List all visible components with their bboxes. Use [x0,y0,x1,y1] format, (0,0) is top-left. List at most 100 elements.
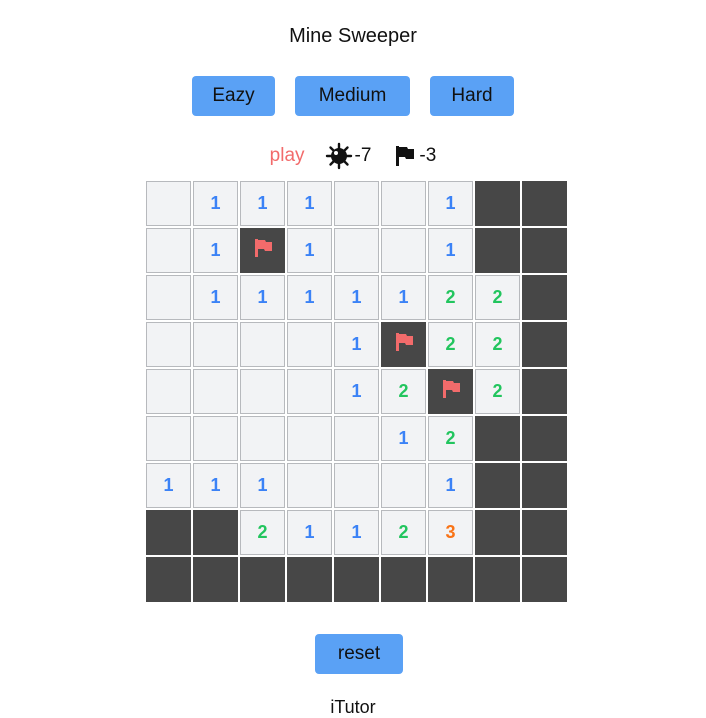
revealed-cell[interactable]: 1 [146,463,191,508]
hidden-cell[interactable] [475,416,520,461]
hidden-cell[interactable] [146,557,191,602]
mine-board: 1 1 1 1 1 1 1 1 1 1 1 1 2 2 1 2 2 1 2 2 1 2 1 1 1 1 2 1 1 2 3 [146,181,567,602]
revealed-cell[interactable] [240,416,285,461]
revealed-cell[interactable] [193,416,238,461]
hidden-cell[interactable] [522,463,567,508]
revealed-cell[interactable]: 1 [193,463,238,508]
revealed-cell[interactable] [240,322,285,367]
revealed-cell[interactable]: 1 [428,463,473,508]
cell-number: 2 [445,428,456,448]
flagged-cell[interactable] [240,228,285,273]
cell-number: 1 [257,193,268,213]
hidden-cell[interactable] [475,228,520,273]
hidden-cell[interactable] [522,322,567,367]
revealed-cell[interactable]: 2 [428,416,473,461]
revealed-cell[interactable]: 2 [428,322,473,367]
revealed-cell[interactable]: 1 [193,275,238,320]
revealed-cell[interactable]: 1 [381,416,426,461]
revealed-cell[interactable]: 3 [428,510,473,555]
mine-count: -7 [354,145,372,166]
revealed-cell[interactable] [334,463,379,508]
revealed-cell[interactable]: 1 [193,181,238,226]
revealed-cell[interactable] [146,228,191,273]
revealed-cell[interactable]: 1 [240,463,285,508]
revealed-cell[interactable]: 1 [428,181,473,226]
hidden-cell[interactable] [475,181,520,226]
revealed-cell[interactable] [287,416,332,461]
hidden-cell[interactable] [522,510,567,555]
hidden-cell[interactable] [522,181,567,226]
hidden-cell[interactable] [287,557,332,602]
revealed-cell[interactable]: 1 [334,322,379,367]
cell-number: 1 [304,287,315,307]
hidden-cell[interactable] [522,228,567,273]
revealed-cell[interactable]: 1 [240,181,285,226]
revealed-cell[interactable]: 2 [428,275,473,320]
hidden-cell[interactable] [522,557,567,602]
cell-number: 1 [163,475,174,495]
medium-button[interactable]: Medium [295,76,410,116]
flagged-cell[interactable] [381,322,426,367]
revealed-cell[interactable]: 1 [334,275,379,320]
cell-number: 1 [445,475,456,495]
revealed-cell[interactable]: 1 [428,228,473,273]
revealed-cell[interactable] [381,463,426,508]
hidden-cell[interactable] [334,557,379,602]
revealed-cell[interactable] [146,369,191,414]
revealed-cell[interactable] [146,181,191,226]
easy-button[interactable]: Eazy [192,76,275,116]
revealed-cell[interactable] [334,228,379,273]
hidden-cell[interactable] [475,463,520,508]
revealed-cell[interactable] [193,369,238,414]
revealed-cell[interactable] [287,463,332,508]
cell-number: 2 [445,334,456,354]
hidden-cell[interactable] [193,510,238,555]
revealed-cell[interactable]: 1 [287,228,332,273]
revealed-cell[interactable]: 1 [287,510,332,555]
hidden-cell[interactable] [475,510,520,555]
hard-button[interactable]: Hard [430,76,514,116]
hidden-cell[interactable] [522,275,567,320]
revealed-cell[interactable] [146,322,191,367]
revealed-cell[interactable]: 1 [193,228,238,273]
revealed-cell[interactable]: 2 [381,369,426,414]
cell-number: 1 [445,193,456,213]
reset-button[interactable]: reset [315,634,403,674]
revealed-cell[interactable]: 1 [287,275,332,320]
revealed-cell[interactable]: 2 [475,275,520,320]
hidden-cell[interactable] [193,557,238,602]
flagged-cell[interactable] [428,369,473,414]
revealed-cell[interactable] [381,181,426,226]
revealed-cell[interactable] [193,322,238,367]
revealed-cell[interactable]: 1 [381,275,426,320]
revealed-cell[interactable]: 1 [287,181,332,226]
cell-number: 2 [257,522,268,542]
revealed-cell[interactable] [146,275,191,320]
revealed-cell[interactable] [334,181,379,226]
revealed-cell[interactable]: 2 [240,510,285,555]
footer-text: iTutor [330,697,376,717]
hidden-cell[interactable] [522,416,567,461]
revealed-cell[interactable] [287,322,332,367]
revealed-cell[interactable]: 1 [334,369,379,414]
hidden-cell[interactable] [146,510,191,555]
hidden-cell[interactable] [428,557,473,602]
hidden-cell[interactable] [522,369,567,414]
revealed-cell[interactable]: 2 [475,369,520,414]
hidden-cell[interactable] [381,557,426,602]
cell-number: 1 [351,522,362,542]
revealed-cell[interactable]: 1 [240,275,285,320]
revealed-cell[interactable] [240,369,285,414]
revealed-cell[interactable] [334,416,379,461]
cell-number: 1 [210,193,221,213]
hidden-cell[interactable] [240,557,285,602]
cell-number: 2 [492,334,503,354]
revealed-cell[interactable] [381,228,426,273]
revealed-cell[interactable]: 2 [475,322,520,367]
hidden-cell[interactable] [475,557,520,602]
status-bar: play -7 -3 [0,142,706,170]
revealed-cell[interactable] [287,369,332,414]
revealed-cell[interactable]: 1 [334,510,379,555]
revealed-cell[interactable]: 2 [381,510,426,555]
revealed-cell[interactable] [146,416,191,461]
